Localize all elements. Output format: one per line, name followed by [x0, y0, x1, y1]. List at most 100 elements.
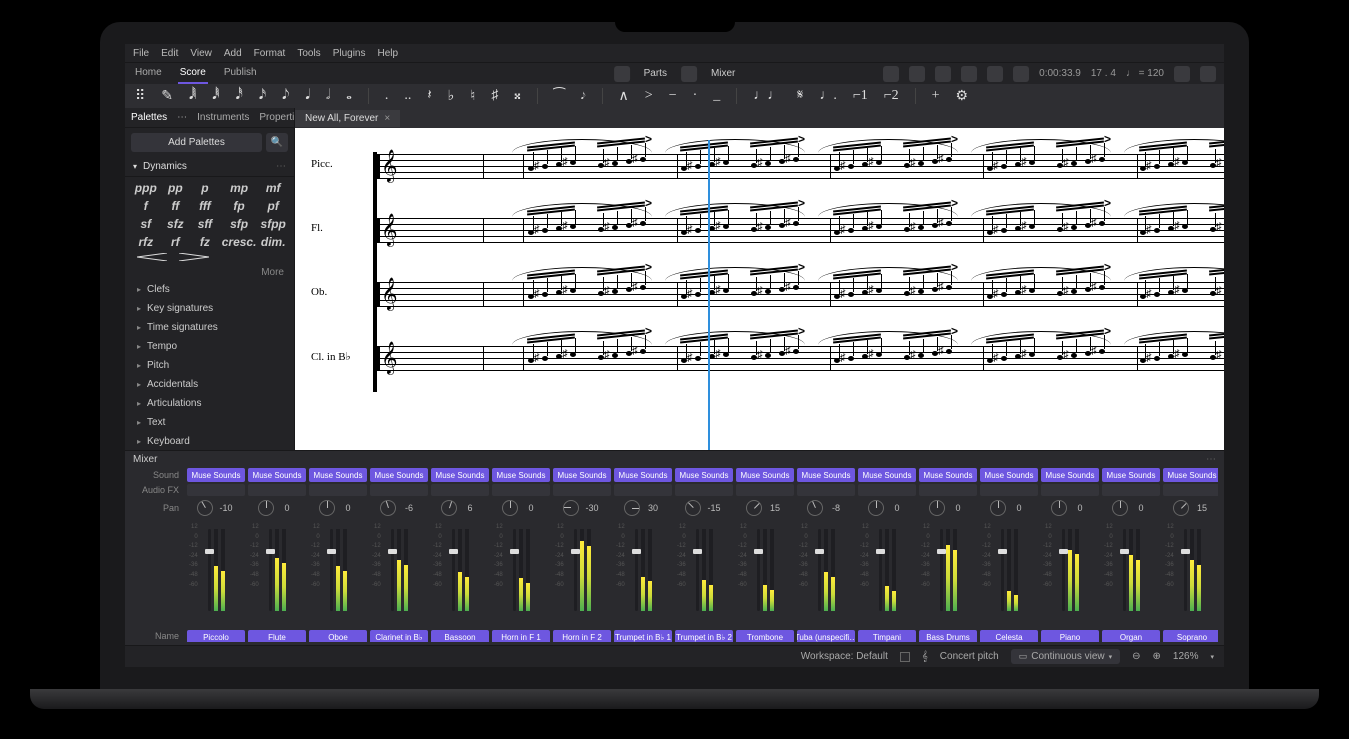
- toolbar-symbol[interactable]: ♮: [470, 88, 475, 105]
- view-mode-dropdown[interactable]: ▭ Continuous view ▾: [1011, 649, 1120, 664]
- toolbar-symbol[interactable]: 𝅘𝅥𝅱: [212, 88, 219, 104]
- track-name[interactable]: Piccolo: [187, 630, 245, 642]
- parts-icon[interactable]: [614, 66, 630, 82]
- volume-fader[interactable]: [574, 529, 577, 611]
- track-name[interactable]: Celesta: [980, 630, 1038, 642]
- track-name[interactable]: Trumpet in B♭ 2: [675, 630, 733, 642]
- dynamic-mf[interactable]: mf: [260, 181, 286, 195]
- dynamic-cresc.[interactable]: cresc.: [222, 235, 257, 249]
- fx-slot[interactable]: [553, 484, 611, 496]
- fx-slot[interactable]: [675, 484, 733, 496]
- track-name[interactable]: Flute: [248, 630, 306, 642]
- toolbar-symbol[interactable]: ✎: [161, 88, 173, 105]
- zoom-level[interactable]: 126%: [1173, 651, 1199, 662]
- menu-file[interactable]: File: [133, 48, 149, 59]
- panel-tab-instruments[interactable]: Instruments: [197, 112, 249, 123]
- fx-slot[interactable]: [431, 484, 489, 496]
- toolbar-symbol[interactable]: ♩.: [819, 88, 837, 104]
- palette-category[interactable]: Clefs: [125, 280, 294, 299]
- volume-fader[interactable]: [1001, 529, 1004, 611]
- volume-fader[interactable]: [513, 529, 516, 611]
- sound-chip[interactable]: Muse Sounds: [370, 468, 428, 482]
- palette-category[interactable]: Tempo: [125, 337, 294, 356]
- pan-knob[interactable]: [1112, 500, 1128, 516]
- track-name[interactable]: Bass Drums: [919, 630, 977, 642]
- sound-chip[interactable]: Muse Sounds: [431, 468, 489, 482]
- palette-category[interactable]: Key signatures: [125, 299, 294, 318]
- toolbar-symbol[interactable]: ♭: [448, 88, 455, 105]
- dynamic-sff[interactable]: sff: [192, 217, 218, 231]
- close-icon[interactable]: ×: [384, 113, 390, 124]
- menu-edit[interactable]: Edit: [161, 48, 178, 59]
- toolbar-symbol[interactable]: ·: [693, 88, 698, 104]
- fx-slot[interactable]: [248, 484, 306, 496]
- play-icon[interactable]: [935, 66, 951, 82]
- search-icon[interactable]: 🔍: [266, 133, 288, 152]
- toolbar-symbol[interactable]: 𝄪: [514, 88, 520, 104]
- dynamic-sfz[interactable]: sfz: [163, 217, 189, 231]
- toolbar-symbol[interactable]: ⠿: [135, 88, 145, 105]
- dynamic-pf[interactable]: pf: [260, 199, 286, 213]
- fx-slot[interactable]: [370, 484, 428, 496]
- pan-knob[interactable]: [258, 500, 274, 516]
- dynamic-sfp[interactable]: sfp: [222, 217, 257, 231]
- metronome-icon[interactable]: [987, 66, 1003, 82]
- dynamic-dim.[interactable]: dim.: [260, 235, 286, 249]
- toolbar-symbol[interactable]: ⁀: [554, 88, 565, 105]
- rewind-icon[interactable]: [909, 66, 925, 82]
- volume-fader[interactable]: [940, 529, 943, 611]
- sound-chip[interactable]: Muse Sounds: [797, 468, 855, 482]
- pan-knob[interactable]: [1051, 500, 1067, 516]
- fx-slot[interactable]: [1163, 484, 1218, 496]
- menu-tools[interactable]: Tools: [297, 48, 320, 59]
- menu-plugins[interactable]: Plugins: [333, 48, 366, 59]
- pan-knob[interactable]: [868, 500, 884, 516]
- sound-chip[interactable]: Muse Sounds: [1041, 468, 1099, 482]
- palette-category[interactable]: Accidentals: [125, 375, 294, 394]
- palette-category[interactable]: Keyboard: [125, 432, 294, 450]
- dynamic-mp[interactable]: mp: [222, 181, 257, 195]
- workspace-label[interactable]: Workspace: Default: [801, 651, 888, 662]
- sound-chip[interactable]: Muse Sounds: [1102, 468, 1160, 482]
- pan-knob[interactable]: [682, 499, 705, 517]
- volume-fader[interactable]: [757, 529, 760, 611]
- panel-tab-palettes[interactable]: Palettes: [131, 112, 167, 123]
- sound-chip[interactable]: Muse Sounds: [1163, 468, 1218, 482]
- dynamic-fff[interactable]: fff: [192, 199, 218, 213]
- toolbar-symbol[interactable]: >: [645, 88, 653, 104]
- track-name[interactable]: Horn in F 2: [553, 630, 611, 642]
- dynamic-sfpp[interactable]: sfpp: [260, 217, 286, 231]
- settings-icon[interactable]: [1013, 66, 1029, 82]
- mode-tab-home[interactable]: Home: [133, 63, 164, 84]
- toolbar-symbol[interactable]: 𝅘𝅥𝅮: [282, 88, 289, 104]
- fx-slot[interactable]: [492, 484, 550, 496]
- decrescendo-icon[interactable]: [179, 253, 209, 261]
- fx-slot[interactable]: [919, 484, 977, 496]
- panel-tab-⋯[interactable]: ⋯: [177, 112, 187, 123]
- pan-knob[interactable]: [743, 499, 766, 517]
- volume-fader[interactable]: [1123, 529, 1126, 611]
- sound-chip[interactable]: Muse Sounds: [980, 468, 1038, 482]
- redo-icon[interactable]: [1200, 66, 1216, 82]
- toolbar-symbol[interactable]: ⌐1: [853, 88, 868, 104]
- pan-knob[interactable]: [563, 500, 579, 516]
- dynamic-rfz[interactable]: rfz: [133, 235, 159, 249]
- sound-chip[interactable]: Muse Sounds: [492, 468, 550, 482]
- pan-knob[interactable]: [1170, 499, 1193, 517]
- mixer-menu-icon[interactable]: ⋯: [1206, 454, 1216, 465]
- toolbar-symbol[interactable]: 𝅘𝅥𝅯: [259, 88, 266, 104]
- volume-fader[interactable]: [635, 529, 638, 611]
- menu-add[interactable]: Add: [224, 48, 242, 59]
- volume-fader[interactable]: [391, 529, 394, 611]
- pan-knob[interactable]: [990, 500, 1006, 516]
- palette-category[interactable]: Pitch: [125, 356, 294, 375]
- track-name[interactable]: Horn in F 1: [492, 630, 550, 642]
- palette-category[interactable]: Text: [125, 413, 294, 432]
- track-name[interactable]: Trumpet in B♭ 1: [614, 630, 672, 642]
- tempo-display[interactable]: ♩ = 120: [1126, 68, 1164, 79]
- score-view[interactable]: Picc.𝄞>♯♯♯♯>♯♯♯♯>♯♯♯♯>♯♯♯♯>♯♯♯♯>♯♯♯♯Fl.𝄞…: [295, 128, 1224, 450]
- sound-chip[interactable]: Muse Sounds: [309, 468, 367, 482]
- fx-slot[interactable]: [309, 484, 367, 496]
- dynamic-ff[interactable]: ff: [163, 199, 189, 213]
- zoom-in-icon[interactable]: ⊕: [1153, 651, 1161, 662]
